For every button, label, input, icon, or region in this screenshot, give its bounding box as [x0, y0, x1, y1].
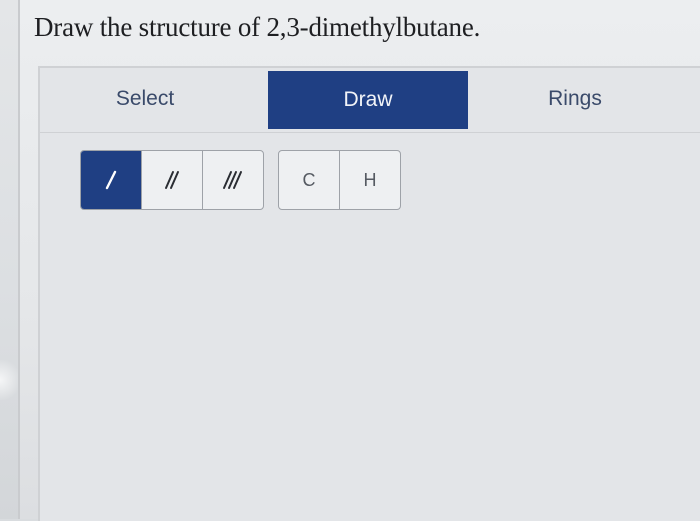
screen: Draw the structure of 2,3-dimethylbutane… — [0, 0, 700, 521]
draw-mode-tab[interactable]: Draw — [268, 71, 468, 129]
hydrogen-atom-button[interactable]: H — [340, 151, 400, 209]
screen-glare — [0, 360, 20, 400]
bond-tool-group — [80, 150, 264, 210]
double-bond-icon — [165, 171, 179, 189]
double-bond-button[interactable] — [142, 151, 203, 209]
question-panel: Draw the structure of 2,3-dimethylbutane… — [18, 0, 700, 521]
drawing-area: Select Draw Rings C H — [38, 66, 700, 521]
atom-tool-group: C H — [278, 150, 401, 210]
mode-tab-bar: Select Draw Rings — [40, 68, 700, 133]
triple-bond-button[interactable] — [203, 151, 263, 209]
carbon-atom-button[interactable]: C — [279, 151, 340, 209]
rings-mode-tab[interactable]: Rings — [470, 68, 680, 130]
question-prompt: Draw the structure of 2,3-dimethylbutane… — [34, 12, 481, 42]
triple-bond-icon — [223, 171, 242, 189]
select-mode-tab[interactable]: Select — [40, 68, 250, 130]
single-bond-button[interactable] — [81, 151, 142, 209]
single-bond-icon — [105, 170, 117, 190]
drawing-canvas[interactable] — [40, 218, 700, 521]
